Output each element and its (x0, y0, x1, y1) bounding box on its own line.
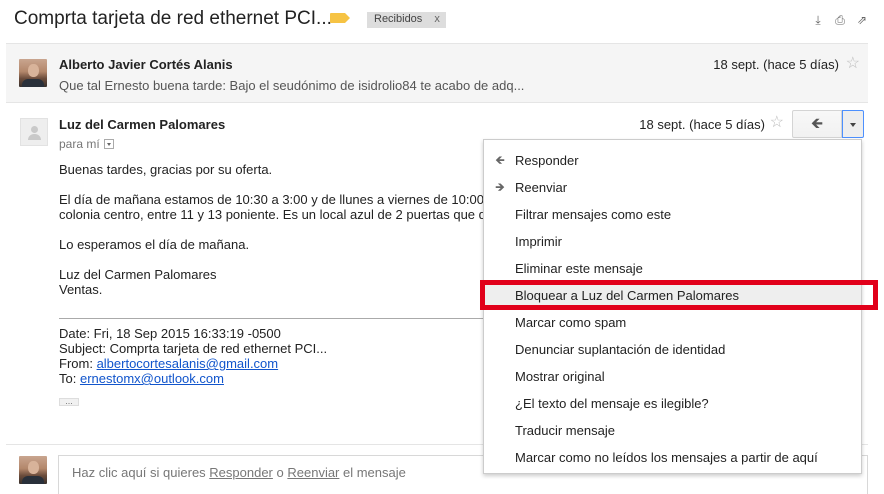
menu-item-reply[interactable]: 🡸 Responder (484, 147, 861, 174)
show-trimmed-content-button[interactable]: ... (59, 397, 79, 406)
collapsed-message[interactable]: Alberto Javier Cortés Alanis Que tal Ern… (6, 43, 868, 103)
quoted-subject: Subject: Comprta tarjeta de red ethernet… (59, 341, 328, 356)
menu-item-mark-unread-from-here[interactable]: Marcar como no leídos los mensajes a par… (484, 444, 861, 471)
recipient-line: para mí (59, 137, 114, 151)
reply-link[interactable]: Responder (209, 465, 273, 480)
to-email-link[interactable]: ernestomx@outlook.com (80, 371, 224, 386)
print-icon[interactable]: ⎙ (834, 14, 846, 26)
remove-label-button[interactable]: x (434, 13, 440, 25)
menu-item-filter[interactable]: Filtrar mensajes como este (484, 201, 861, 228)
menu-item-report-spam[interactable]: Marcar como spam (484, 309, 861, 336)
quoted-from: From: albertocortesalanis@gmail.com (59, 356, 279, 371)
message-date: 18 sept. (hace 5 días) (639, 117, 765, 132)
avatar (19, 59, 47, 87)
quoted-date: Date: Fri, 18 Sep 2015 16:33:19 -0500 (59, 326, 281, 341)
avatar (19, 456, 47, 484)
body-paragraph-line: El día de mañana estamos de 10:30 a 3:00… (59, 192, 484, 207)
sender-name: Luz del Carmen Palomares (59, 117, 226, 132)
thread-header: Comprta tarjeta de red ethernet PCI... R… (0, 0, 884, 42)
menu-item-report-phishing[interactable]: Denunciar suplantación de identidad (484, 336, 861, 363)
important-label-icon[interactable] (330, 13, 350, 23)
quote-divider (59, 318, 489, 319)
inbox-label-text: Recibidos (374, 13, 423, 25)
avatar (20, 118, 48, 146)
star-icon[interactable]: ☆ (846, 56, 860, 72)
annotation-highlight-box (480, 280, 878, 310)
menu-item-translate[interactable]: Traducir mensaje (484, 417, 861, 444)
menu-item-show-original[interactable]: Mostrar original (484, 363, 861, 390)
download-icon[interactable]: ⤓ (812, 14, 824, 26)
message-body: Buenas tardes, gracias por su oferta. El… (59, 162, 489, 297)
star-icon[interactable]: ☆ (770, 115, 784, 131)
body-greeting: Buenas tardes, gracias por su oferta. (59, 162, 273, 177)
from-email-link[interactable]: albertocortesalanis@gmail.com (97, 356, 279, 371)
menu-item-delete[interactable]: Eliminar este mensaje (484, 255, 861, 282)
quoted-header: Date: Fri, 18 Sep 2015 16:33:19 -0500 Su… (59, 326, 327, 386)
body-closing: Lo esperamos el día de mañana. (59, 237, 250, 252)
reply-icon: 🡸 (810, 115, 824, 132)
reply-button[interactable]: 🡸 (792, 110, 842, 138)
thread-subject: Comprta tarjeta de red ethernet PCI... (14, 8, 332, 29)
signature-name: Luz del Carmen Palomares (59, 267, 217, 282)
more-options-button[interactable] (842, 110, 864, 138)
message-snippet: Que tal Ernesto buena tarde: Bajo el seu… (59, 78, 525, 93)
quoted-to: To: ernestomx@outlook.com (59, 371, 224, 386)
forward-icon: 🡺 (495, 180, 505, 194)
reply-icon: 🡸 (495, 153, 505, 167)
body-paragraph-line: colonia centro, entre 11 y 13 poniente. … (59, 207, 486, 222)
menu-item-forward[interactable]: 🡺 Reenviar (484, 174, 861, 201)
forward-link[interactable]: Reenviar (287, 465, 339, 480)
menu-item-garbled-text[interactable]: ¿El texto del mensaje es ilegible? (484, 390, 861, 417)
sender-name: Alberto Javier Cortés Alanis (59, 57, 233, 72)
recipient-text: para mí (59, 137, 100, 151)
signature-role: Ventas. (59, 282, 103, 297)
open-new-window-icon[interactable]: ⇗ (856, 14, 868, 26)
inbox-label-chip: Recibidos x (367, 12, 446, 28)
message-date: 18 sept. (hace 5 días) (713, 57, 839, 72)
show-details-icon[interactable] (103, 139, 114, 149)
menu-item-print[interactable]: Imprimir (484, 228, 861, 255)
